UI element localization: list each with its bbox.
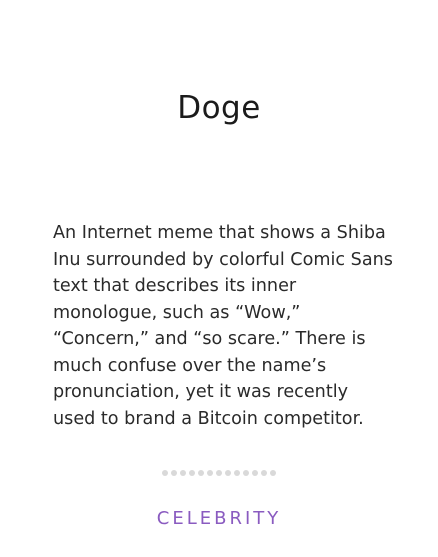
separator-dot xyxy=(171,470,177,476)
dot-separator xyxy=(0,470,438,476)
separator-dot xyxy=(189,470,195,476)
separator-dot xyxy=(216,470,222,476)
card-title: Doge xyxy=(177,90,261,126)
card-definition: An Internet meme that shows a Shiba Inu … xyxy=(53,223,393,429)
separator-dot xyxy=(207,470,213,476)
separator-dot xyxy=(270,470,276,476)
separator-dot xyxy=(243,470,249,476)
separator-dot xyxy=(252,470,258,476)
separator-dot xyxy=(198,470,204,476)
definition-card: Doge An Internet meme that shows a Shiba… xyxy=(0,0,438,557)
separator-dot xyxy=(234,470,240,476)
separator-dot xyxy=(261,470,267,476)
separator-dot xyxy=(225,470,231,476)
separator-dot xyxy=(180,470,186,476)
separator-dot xyxy=(162,470,168,476)
category-label: CELEBRITY xyxy=(156,508,282,529)
